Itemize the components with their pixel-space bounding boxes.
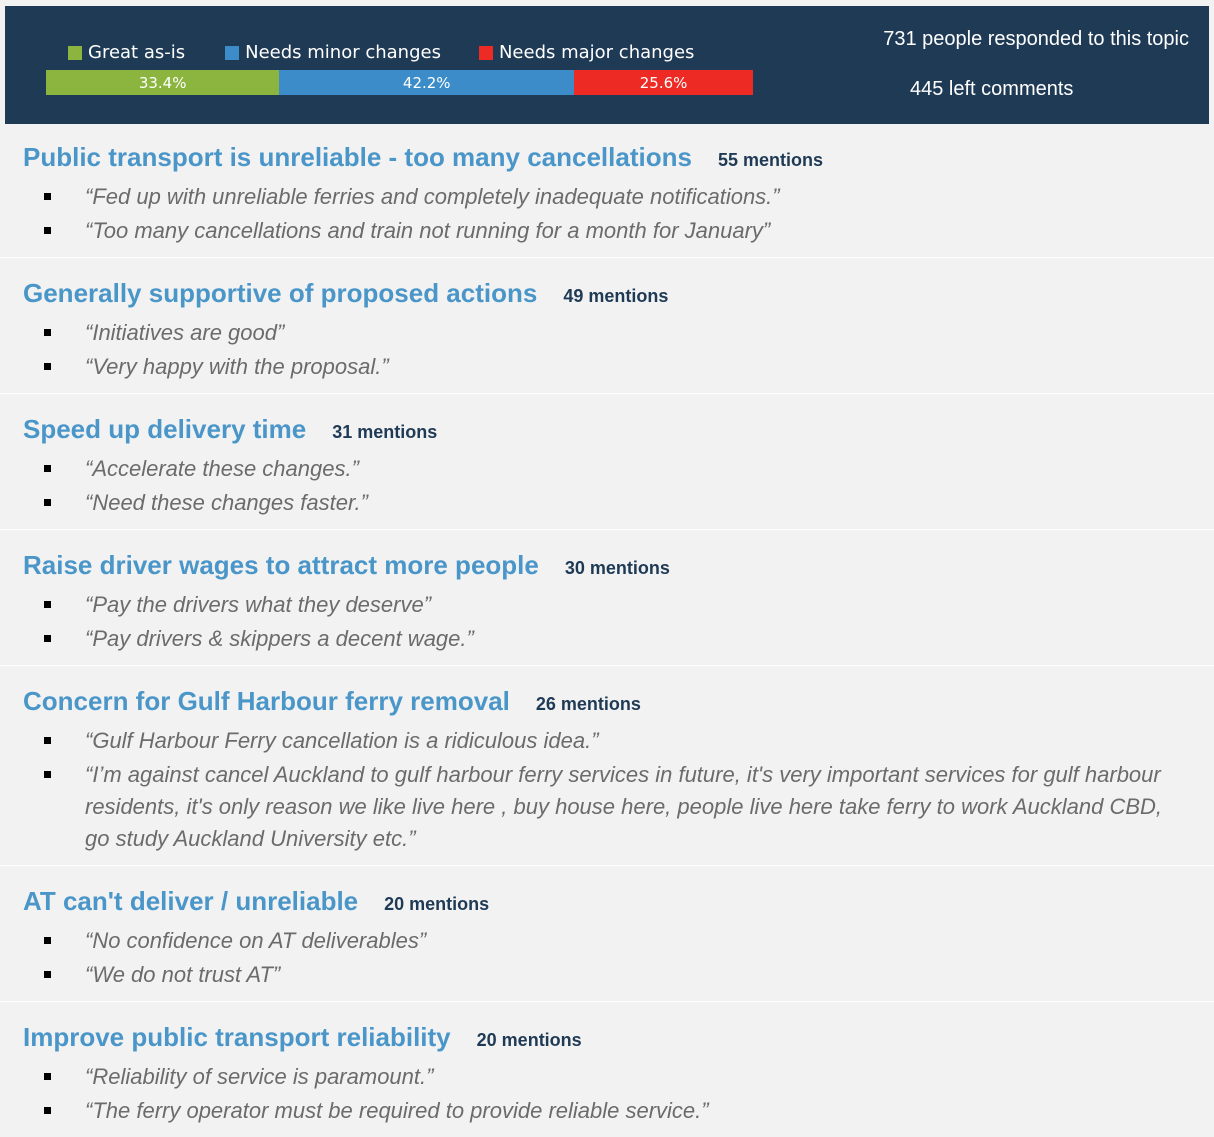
- legend-label: Needs major changes: [498, 42, 695, 63]
- theme-section: AT can't deliver / unreliable 20 mention…: [0, 866, 1214, 1002]
- legend-swatch-minor: [225, 45, 240, 60]
- bullet-icon: [44, 971, 51, 978]
- bullet-icon: [44, 329, 51, 336]
- bullet-icon: [44, 635, 51, 642]
- legend-swatch-great: [68, 45, 82, 60]
- quote-item: “Fed up with unreliable ferries and comp…: [0, 181, 1214, 213]
- theme-title: Speed up delivery time: [23, 414, 307, 444]
- quote-text: “Pay drivers & skippers a decent wage.”: [85, 626, 474, 651]
- quote-item: “Very happy with the proposal.”: [0, 351, 1214, 383]
- legend-item-minor: Needs minor changes: [225, 42, 441, 63]
- theme-section: Public transport is unreliable - too man…: [0, 124, 1214, 258]
- bar-segment-major: 25.6%: [574, 70, 753, 95]
- quote-item: “Accelerate these changes.”: [0, 453, 1214, 485]
- theme-title: AT can't deliver / unreliable: [23, 886, 359, 916]
- bar-segment-great: 33.4%: [46, 70, 280, 95]
- legend: Great as-is Needs minor changes Needs ma…: [68, 42, 734, 63]
- quote-text: “Pay the drivers what they deserve”: [85, 592, 432, 617]
- bullet-icon: [44, 193, 51, 200]
- stacked-bar: 33.4% 42.2% 25.6%: [46, 70, 753, 95]
- mention-count: 55 mentions: [717, 150, 823, 170]
- quote-text: “Too many cancellations and train not ru…: [85, 218, 771, 243]
- bullet-icon: [44, 1107, 51, 1114]
- quote-text: “We do not trust AT”: [85, 962, 281, 987]
- quote-text: “Gulf Harbour Ferry cancellation is a ri…: [85, 728, 599, 753]
- quote-text: “Need these changes faster.”: [85, 490, 368, 515]
- quote-text: “Fed up with unreliable ferries and comp…: [85, 184, 780, 209]
- bullet-icon: [44, 363, 51, 370]
- bullet-icon: [44, 227, 51, 234]
- quote-item: “Reliability of service is paramount.”: [0, 1061, 1214, 1093]
- quote-item: “Too many cancellations and train not ru…: [0, 215, 1214, 247]
- theme-section: Improve public transport reliability 20 …: [0, 1002, 1214, 1137]
- quote-item: “Initiatives are good”: [0, 317, 1214, 349]
- bullet-icon: [44, 1073, 51, 1080]
- mention-count: 49 mentions: [563, 286, 669, 306]
- theme-section: Speed up delivery time 31 mentions “Acce…: [0, 394, 1214, 530]
- theme-list: Public transport is unreliable - too man…: [0, 124, 1214, 1137]
- bullet-icon: [44, 771, 51, 778]
- quote-item: “Need these changes faster.”: [0, 487, 1214, 519]
- quote-item: “The ferry operator must be required to …: [0, 1095, 1214, 1127]
- quote-text: “I’m against cancel Auckland to gulf har…: [85, 762, 1163, 851]
- summary-header: Great as-is Needs minor changes Needs ma…: [5, 6, 1209, 124]
- theme-title: Generally supportive of proposed actions: [23, 278, 538, 308]
- quote-text: “Reliability of service is paramount.”: [85, 1064, 434, 1089]
- quote-item: “I’m against cancel Auckland to gulf har…: [0, 759, 1214, 855]
- bar-segment-minor: 42.2%: [279, 70, 575, 95]
- theme-title: Improve public transport reliability: [23, 1022, 451, 1052]
- legend-item-great: Great as-is: [68, 42, 185, 63]
- legend-swatch-major: [478, 45, 493, 60]
- quote-text: “Very happy with the proposal.”: [85, 354, 389, 379]
- quote-item: “Pay drivers & skippers a decent wage.”: [0, 623, 1214, 655]
- bullet-icon: [44, 465, 51, 472]
- bullet-icon: [44, 601, 51, 608]
- quote-item: “Pay the drivers what they deserve”: [0, 589, 1214, 621]
- theme-title: Concern for Gulf Harbour ferry removal: [23, 686, 510, 716]
- mention-count: 20 mentions: [384, 894, 490, 914]
- quote-text: “No confidence on AT deliverables”: [85, 928, 427, 953]
- responded-count: 731 people responded to this topic: [883, 28, 1189, 50]
- comments-count: 445 left comments: [910, 78, 1074, 100]
- quote-text: “Accelerate these changes.”: [85, 456, 359, 481]
- quote-text: “Initiatives are good”: [85, 320, 285, 345]
- quote-item: “We do not trust AT”: [0, 959, 1214, 991]
- mention-count: 31 mentions: [332, 422, 438, 442]
- legend-item-major: Needs major changes: [478, 42, 695, 63]
- bullet-icon: [44, 737, 51, 744]
- theme-section: Raise driver wages to attract more peopl…: [0, 530, 1214, 666]
- bullet-icon: [44, 937, 51, 944]
- quote-item: “Gulf Harbour Ferry cancellation is a ri…: [0, 725, 1214, 757]
- theme-section: Concern for Gulf Harbour ferry removal 2…: [0, 666, 1214, 866]
- theme-section: Generally supportive of proposed actions…: [0, 258, 1214, 394]
- legend-label: Great as-is: [88, 42, 186, 63]
- mention-count: 30 mentions: [564, 558, 670, 578]
- theme-title: Raise driver wages to attract more peopl…: [23, 550, 539, 580]
- theme-title: Public transport is unreliable - too man…: [23, 142, 692, 172]
- mention-count: 26 mentions: [535, 694, 641, 714]
- legend-label: Needs minor changes: [245, 42, 441, 63]
- quote-text: “The ferry operator must be required to …: [85, 1098, 709, 1123]
- bullet-icon: [44, 499, 51, 506]
- quote-item: “No confidence on AT deliverables”: [0, 925, 1214, 957]
- mention-count: 20 mentions: [476, 1030, 582, 1050]
